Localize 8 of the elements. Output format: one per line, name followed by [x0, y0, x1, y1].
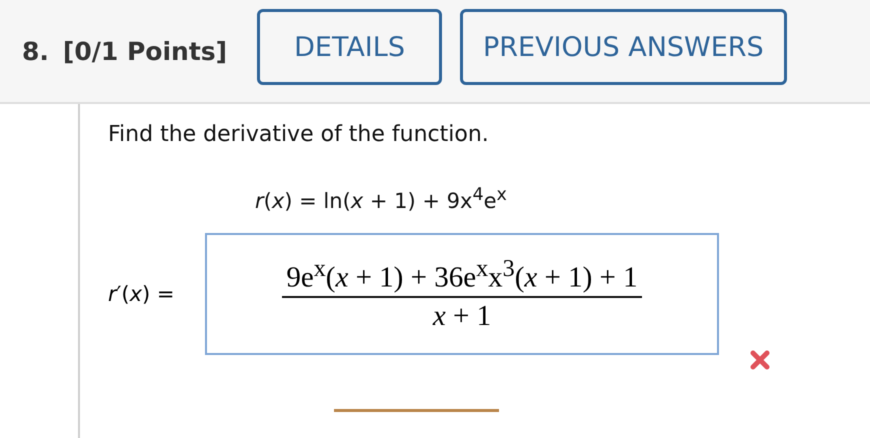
- question-number: 8.: [22, 36, 49, 66]
- function-formula: r(x) = ln(x + 1) + 9x$^{4}$e$^{x}$: [255, 185, 508, 213]
- header-button[interactable]: DETAILS: [257, 9, 442, 85]
- header-button[interactable]: PREVIOUS ANSWERS: [460, 9, 787, 85]
- points-label: [0/1 Points]: [62, 36, 228, 66]
- answer-label: r′(x) =: [108, 282, 176, 306]
- question-prompt: Find the derivative of the function.: [108, 122, 490, 147]
- answer-field[interactable]: 9e$^{x}$(x + 1) + 36e$^{x}$x$^{3}$(x + 1) + 1 x + 1: [205, 233, 719, 355]
